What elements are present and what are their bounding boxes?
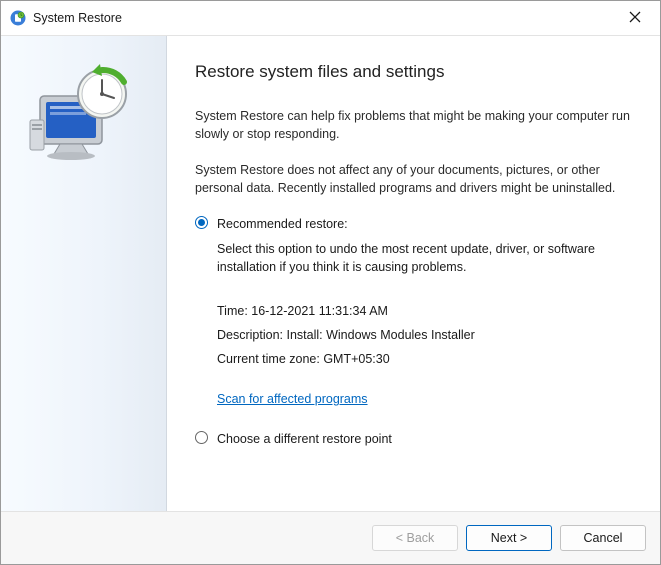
radio-recommended[interactable] [195, 216, 208, 229]
back-button: < Back [372, 525, 458, 551]
side-panel [1, 36, 167, 511]
detail-desc-value: Install: Windows Modules Installer [286, 328, 474, 342]
detail-description: Description: Install: Windows Modules In… [217, 326, 632, 344]
intro-paragraph-1: System Restore can help fix problems tha… [195, 107, 632, 143]
window-title: System Restore [27, 11, 616, 25]
body-area: Restore system files and settings System… [1, 35, 660, 512]
detail-tz-label: Current time zone: [217, 352, 320, 366]
detail-desc-label: Description: [217, 328, 283, 342]
system-restore-icon [9, 9, 27, 27]
close-button[interactable] [616, 4, 654, 32]
content-area: Restore system files and settings System… [167, 36, 660, 511]
titlebar: System Restore [1, 1, 660, 35]
system-restore-window: System Restore [0, 0, 661, 565]
detail-time-label: Time: [217, 304, 248, 318]
footer-buttons: < Back Next > Cancel [1, 512, 660, 564]
option-choose-different[interactable]: Choose a different restore point [195, 430, 632, 448]
cancel-button[interactable]: Cancel [560, 525, 646, 551]
scan-affected-programs-link[interactable]: Scan for affected programs [217, 390, 368, 408]
intro-paragraph-2: System Restore does not affect any of yo… [195, 161, 632, 197]
option-recommended-label: Recommended restore: [217, 217, 348, 231]
option-recommended-desc: Select this option to undo the most rece… [217, 240, 632, 276]
option-recommended[interactable]: Recommended restore: Select this option … [195, 215, 632, 408]
next-button[interactable]: Next > [466, 525, 552, 551]
restore-illustration-icon [24, 64, 144, 174]
restore-point-details: Time: 16-12-2021 11:31:34 AM Description… [217, 302, 632, 409]
detail-time: Time: 16-12-2021 11:31:34 AM [217, 302, 632, 320]
detail-tz-value: GMT+05:30 [323, 352, 389, 366]
option-choose-different-label: Choose a different restore point [217, 432, 392, 446]
radio-choose-different[interactable] [195, 431, 208, 444]
page-title: Restore system files and settings [195, 60, 632, 85]
detail-timezone: Current time zone: GMT+05:30 [217, 350, 632, 368]
close-icon [629, 11, 641, 26]
detail-time-value: 16-12-2021 11:31:34 AM [251, 304, 388, 318]
